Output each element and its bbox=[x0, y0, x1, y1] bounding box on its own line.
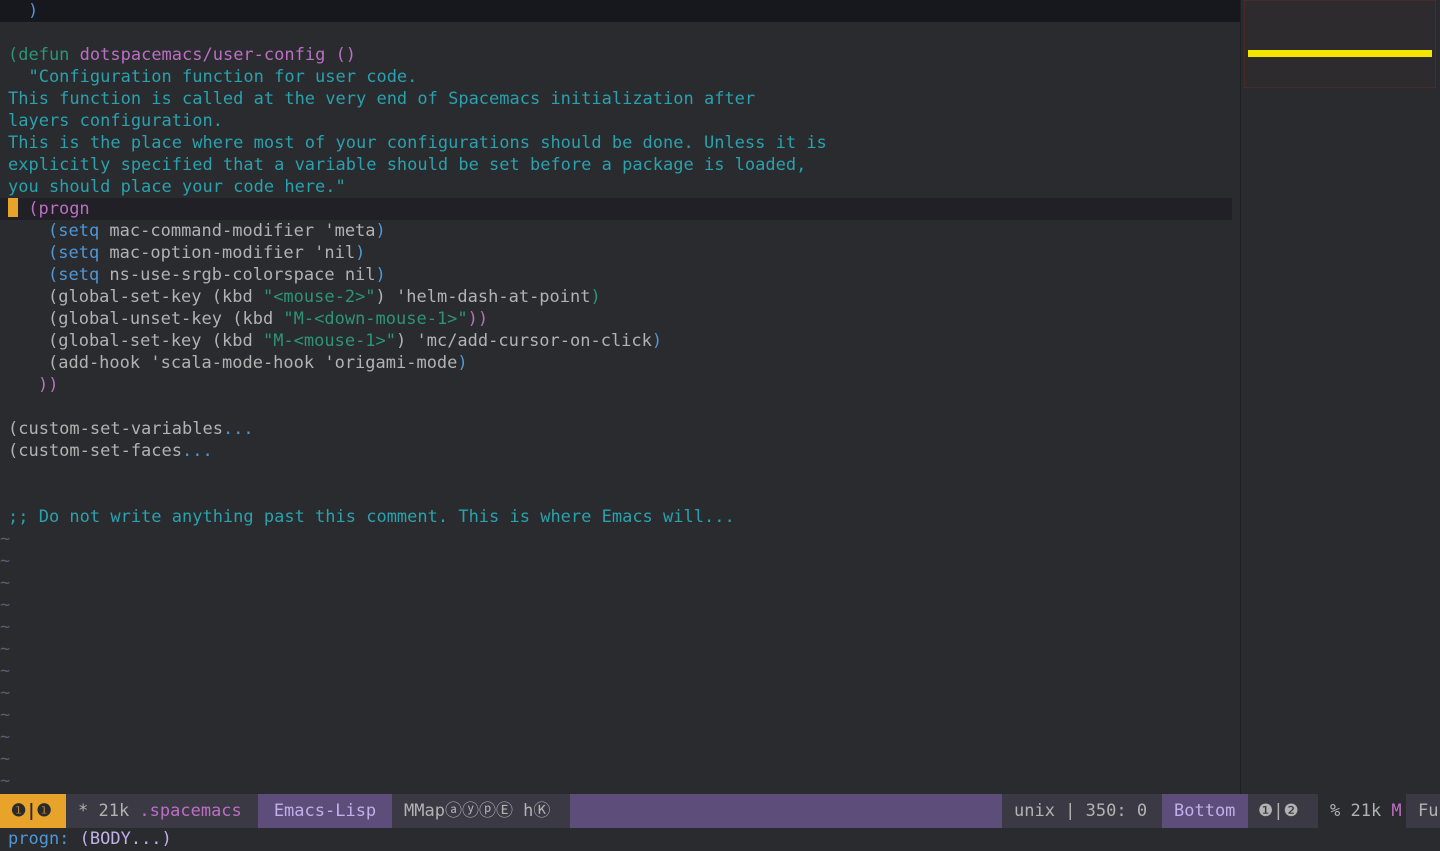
docstring-line: layers configuration. bbox=[8, 111, 223, 131]
docstring-line: This function is called at the very end … bbox=[8, 89, 756, 109]
code-line-body: (global-unset-key (kbd "M-<down-mouse-1>… bbox=[48, 309, 489, 329]
code-line-progn-close: )) bbox=[38, 375, 59, 395]
function-indicator: Fu bbox=[1406, 794, 1440, 828]
minimap-viewport[interactable] bbox=[1244, 0, 1436, 88]
empty-line-tilde: ~ bbox=[0, 683, 11, 703]
code-line-body: (setq mac-command-modifier 'meta) bbox=[48, 221, 386, 241]
mode-line: ❶|❶ * 21k .spacemacs Emacs-Lisp MMapⓐⓨⓟⒺ… bbox=[0, 794, 1440, 828]
defun-args: () bbox=[335, 45, 357, 65]
window-number-secondary[interactable]: ❶|❷ bbox=[1248, 794, 1318, 828]
defun-keyword: (defun bbox=[8, 45, 70, 65]
code-line-defun: (defun dotspacemacs/user-config () bbox=[8, 44, 356, 66]
major-mode[interactable]: Emacs-Lisp bbox=[258, 794, 392, 828]
folded-block[interactable]: (custom-set-variables... bbox=[8, 418, 254, 440]
code-line-body: (add-hook 'scala-mode-hook 'origami-mode… bbox=[48, 353, 468, 373]
text-cursor bbox=[8, 198, 18, 217]
empty-line-tilde: ~ bbox=[0, 551, 11, 571]
empty-line-tilde: ~ bbox=[0, 573, 11, 593]
buffer-size-info: % 21k M bbox=[1318, 794, 1406, 828]
empty-line-tilde: ~ bbox=[0, 705, 11, 725]
progn-keyword: (progn bbox=[28, 199, 90, 219]
current-line-highlight bbox=[0, 198, 1232, 220]
docstring-line: This is the place where most of your con… bbox=[8, 133, 827, 153]
docstring-line: "Configuration function for user code. bbox=[8, 67, 418, 87]
defun-name: dotspacemacs/user-config bbox=[79, 45, 326, 65]
empty-line-tilde: ~ bbox=[0, 595, 11, 615]
encoding-position: unix | 350: 0 bbox=[1002, 794, 1162, 828]
docstring-line: you should place your code here." bbox=[8, 177, 346, 197]
empty-line-tilde: ~ bbox=[0, 529, 11, 549]
docstring-line: explicitly specified that a variable sho… bbox=[8, 155, 807, 175]
empty-line-tilde: ~ bbox=[0, 771, 11, 791]
modified-indicator: M bbox=[1391, 801, 1402, 821]
empty-line-tilde: ~ bbox=[0, 727, 11, 747]
code-line-top: ) bbox=[28, 1, 39, 21]
code-line-body: (setq mac-option-modifier 'nil) bbox=[48, 243, 366, 263]
minor-modes[interactable]: MMapⓐⓨⓟⒺ hⓀ bbox=[392, 794, 570, 828]
code-line-progn: (progn bbox=[8, 198, 90, 220]
empty-line-tilde: ~ bbox=[0, 661, 11, 681]
code-line-body: (global-set-key (kbd "<mouse-2>") 'helm-… bbox=[48, 287, 601, 307]
folded-block[interactable]: (custom-set-faces... bbox=[8, 440, 213, 462]
previous-window-strip: ) bbox=[0, 0, 1240, 22]
buffer-info[interactable]: * 21k .spacemacs bbox=[66, 794, 258, 828]
eldoc-args: (BODY...) bbox=[69, 829, 172, 849]
mode-line-spacer bbox=[570, 794, 1002, 828]
code-line-body: (setq ns-use-srgb-colorspace nil) bbox=[48, 265, 386, 285]
fold-ellipsis[interactable]: ... bbox=[182, 441, 213, 461]
empty-line-tilde: ~ bbox=[0, 639, 11, 659]
buffer-position: Bottom bbox=[1162, 794, 1248, 828]
window-number[interactable]: ❶|❶ bbox=[0, 794, 66, 828]
minimap[interactable] bbox=[1240, 0, 1440, 794]
minimap-current-line bbox=[1248, 50, 1432, 57]
empty-line-tilde: ~ bbox=[0, 749, 11, 769]
editor-pane[interactable]: ) (defun dotspacemacs/user-config () "Co… bbox=[0, 0, 1240, 794]
echo-area: progn: (BODY...) bbox=[8, 828, 172, 851]
comment-line: ;; Do not write anything past this comme… bbox=[8, 507, 735, 527]
eldoc-function: progn: bbox=[8, 829, 70, 849]
code-line-body: (global-set-key (kbd "M-<mouse-1>") 'mc/… bbox=[48, 331, 663, 351]
buffer-modified-size: * 21k bbox=[78, 801, 140, 821]
empty-line-tilde: ~ bbox=[0, 617, 11, 637]
fold-ellipsis[interactable]: ... bbox=[223, 419, 254, 439]
buffer-name: .spacemacs bbox=[139, 801, 242, 821]
